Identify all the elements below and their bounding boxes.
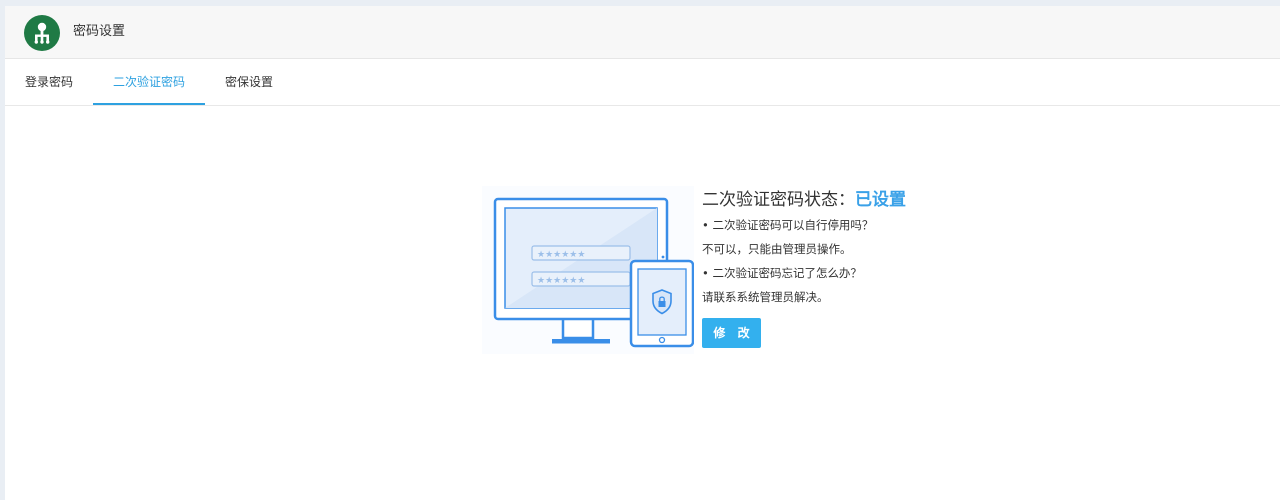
active-tab-indicator [93,103,205,105]
faq-answer: 请联系系统管理员解决。 [702,290,829,304]
page-title: 密码设置 [73,24,126,39]
page-frame: 密码设置 登录密码 二次验证密码 密保设置 ★★★★★★ ★★★★★★ 二次验证… [5,6,1280,500]
edit-button[interactable]: 修 改 [702,318,761,348]
status-line: 二次验证密码状态：已设置 [702,187,1002,213]
tab-bar: 登录密码 二次验证密码 密保设置 [5,59,1280,106]
tab-security-settings[interactable]: 密保设置 [225,59,273,105]
avatar [24,15,60,51]
svg-text:★★★★★★: ★★★★★★ [537,250,585,260]
status-label: 二次验证密码状态： [702,190,855,210]
tab-second-verification-password[interactable]: 二次验证密码 [93,59,205,105]
user-tree-icon [34,22,50,44]
faq-question: • 二次验证密码忘记了怎么办？ [702,266,862,280]
tab-login-password[interactable]: 登录密码 [25,59,73,105]
faq-question: • 二次验证密码可以自行停用吗？ [702,218,874,232]
faq-answer: 不可以，只能由管理员操作。 [702,242,852,256]
svg-text:★★★★★★: ★★★★★★ [537,276,585,286]
status-panel: 二次验证密码状态：已设置 • 二次验证密码可以自行停用吗？ 不可以，只能由管理员… [702,187,1002,348]
status-value: 已设置 [855,190,906,210]
page-header: 密码设置 [5,6,1280,59]
monitor-tablet-lock-icon: ★★★★★★ ★★★★★★ [482,186,695,354]
